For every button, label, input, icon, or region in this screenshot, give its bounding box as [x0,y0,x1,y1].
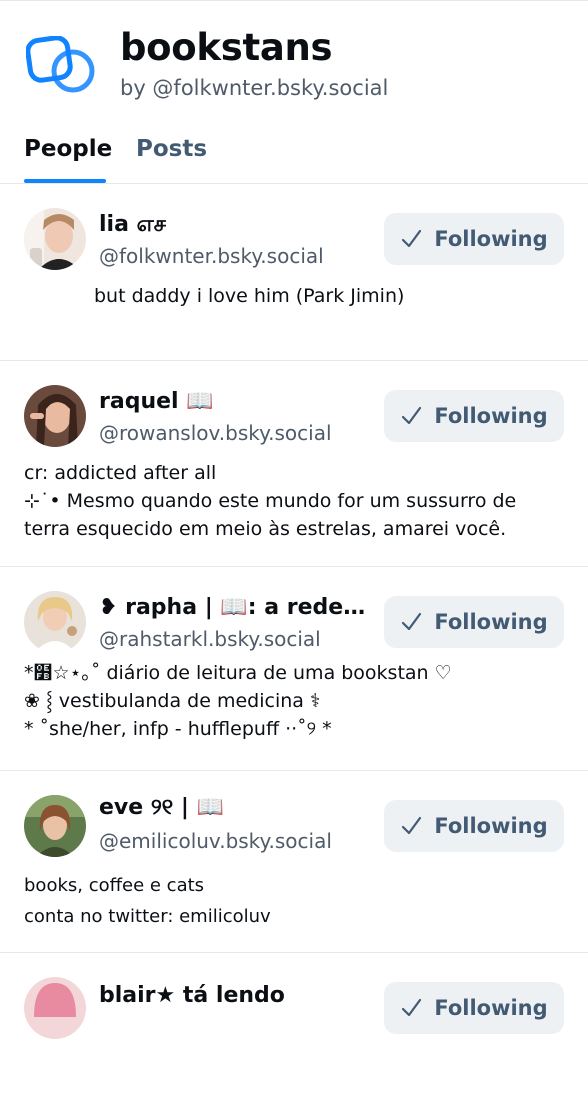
following-label: Following [434,610,548,634]
list-item[interactable]: eve ୨୧ | 📖 @emilicoluv.bsky.social Follo… [0,771,588,953]
tab-people[interactable]: People [24,136,112,162]
avatar[interactable] [24,591,86,653]
checkmark-icon [402,816,422,835]
list-item[interactable]: ❥ rapha | 📖: a redenção @rahstarkl.bsky.… [0,567,588,771]
following-label: Following [434,404,548,428]
user-handle[interactable]: @emilicoluv.bsky.social [99,829,332,853]
display-name[interactable]: eve ୨୧ | 📖 [99,795,369,820]
checkmark-icon [402,406,422,425]
display-name[interactable]: blair★ tá lendo [99,983,369,1008]
display-name[interactable]: raquel 📖 [99,389,369,414]
following-button[interactable]: Following [384,390,564,442]
following-button[interactable]: Following [384,596,564,648]
list-item[interactable]: raquel 📖 @rowanslov.bsky.social Followin… [0,361,588,567]
avatar[interactable] [24,385,86,447]
profile-description: but daddy i love him (Park Jimin) [94,285,405,307]
profile-description: *໻☆⋆｡˚ diário de leitura de uma bookstan… [24,662,452,740]
tab-posts[interactable]: Posts [136,136,207,162]
following-label: Following [434,814,548,838]
avatar[interactable] [24,208,86,270]
user-handle[interactable]: @rowanslov.bsky.social [99,421,332,445]
list-icon [25,35,96,96]
display-name[interactable]: lia எச [99,212,369,240]
list-header: bookstans by @folkwnter.bsky.social Peop… [0,0,588,185]
list-item[interactable]: blair★ tá lendo Following [0,953,588,1093]
user-handle[interactable]: @rahstarkl.bsky.social [99,627,321,651]
checkmark-icon [402,229,422,248]
following-label: Following [434,227,548,251]
list-title: bookstans [120,26,333,69]
profile-description: books, coffee e cats conta no twitter: e… [24,875,271,927]
checkmark-icon [402,998,422,1017]
checkmark-icon [402,612,422,631]
following-button[interactable]: Following [384,982,564,1034]
avatar[interactable] [24,795,86,857]
list-creator-byline[interactable]: by @folkwnter.bsky.social [120,76,388,100]
profile-description: cr: addicted after all ⊹˙• Mesmo quando … [24,462,517,540]
display-name[interactable]: ❥ rapha | 📖: a redenção [99,595,369,620]
user-handle[interactable]: @folkwnter.bsky.social [99,244,324,268]
following-button[interactable]: Following [384,213,564,265]
list-item[interactable]: lia எச @folkwnter.bsky.social Following … [0,184,588,361]
following-button[interactable]: Following [384,800,564,852]
avatar[interactable] [24,977,86,1039]
